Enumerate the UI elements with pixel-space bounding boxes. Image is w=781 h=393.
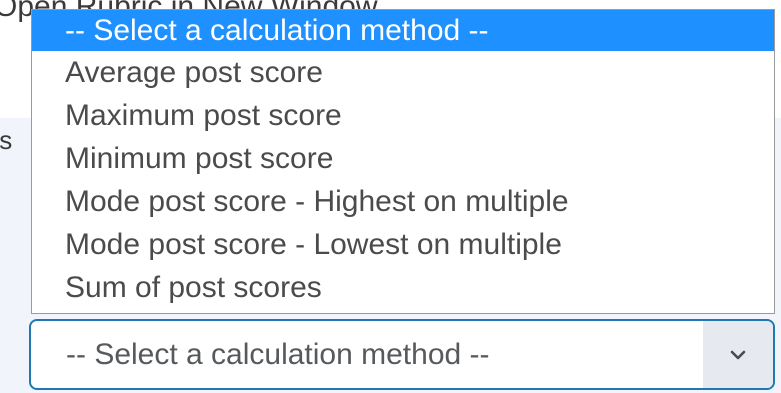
option-mode-highest[interactable]: Mode post score - Highest on multiple — [32, 180, 774, 223]
option-average-post-score[interactable]: Average post score — [32, 51, 774, 94]
option-minimum-post-score[interactable]: Minimum post score — [32, 137, 774, 180]
option-mode-lowest[interactable]: Mode post score - Lowest on multiple — [32, 223, 774, 266]
option-select-placeholder[interactable]: -- Select a calculation method -- — [32, 10, 774, 51]
chevron-down-icon — [730, 350, 746, 359]
option-sum-of-post-scores[interactable]: Sum of post scores — [32, 266, 774, 309]
option-maximum-post-score[interactable]: Maximum post score — [32, 94, 774, 137]
background-side-label: ts — [0, 125, 30, 155]
background-side-label-text: ts — [0, 125, 13, 155]
select-arrow-button[interactable] — [703, 321, 773, 388]
calculation-method-listbox[interactable]: -- Select a calculation method -- Averag… — [31, 9, 775, 314]
select-current-value: -- Select a calculation method -- — [66, 338, 490, 371]
calculation-method-select[interactable]: -- Select a calculation method -- — [29, 319, 775, 390]
